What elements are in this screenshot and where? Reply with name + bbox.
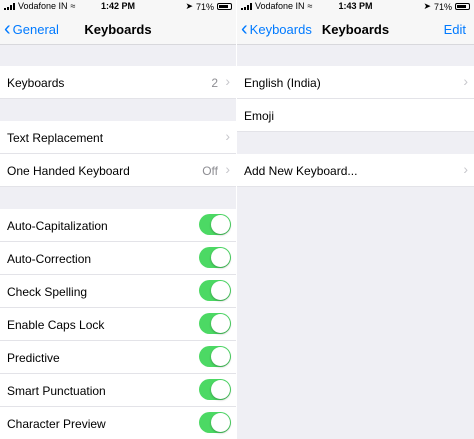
- battery-percent: 71%: [195, 1, 214, 12]
- section-gap: [0, 45, 236, 66]
- section-gap: [237, 132, 474, 154]
- one-handed-value: Off: [202, 164, 218, 178]
- check-spelling-row: Check Spelling: [0, 275, 236, 308]
- enable-caps-lock-toggle[interactable]: [199, 313, 231, 334]
- row-label: Predictive: [7, 351, 60, 365]
- smart-punctuation-toggle[interactable]: [199, 379, 231, 400]
- smart-punctuation-row: Smart Punctuation: [0, 374, 236, 407]
- predictive-row: Predictive: [0, 341, 236, 374]
- text-replacement-row[interactable]: Text Replacement ›: [0, 121, 236, 154]
- auto-correction-toggle[interactable]: [199, 247, 231, 268]
- status-right: ➤ 71%: [185, 1, 232, 12]
- one-handed-keyboard-row[interactable]: One Handed Keyboard Off ›: [0, 154, 236, 187]
- battery-icon: [217, 3, 232, 10]
- keyboard-item-english-india[interactable]: English (India) ›: [237, 66, 474, 99]
- row-label: Text Replacement: [7, 131, 104, 145]
- nav-bar: ‹ General Keyboards: [0, 13, 236, 45]
- location-icon: ➤: [185, 1, 193, 11]
- battery-percent: 71%: [433, 1, 452, 12]
- row-label: English (India): [244, 76, 321, 90]
- status-right: ➤ 71%: [423, 1, 470, 12]
- section-gap: [0, 99, 236, 121]
- chevron-right-icon: ›: [225, 73, 230, 89]
- location-icon: ➤: [423, 1, 431, 11]
- character-preview-toggle[interactable]: [199, 412, 231, 433]
- row-label: Emoji: [244, 109, 275, 123]
- battery-icon: [455, 3, 470, 10]
- enable-caps-lock-row: Enable Caps Lock: [0, 308, 236, 341]
- auto-capitalization-row: Auto-Capitalization: [0, 209, 236, 242]
- keyboard-item-emoji[interactable]: Emoji: [237, 99, 474, 132]
- chevron-right-icon: ›: [225, 161, 230, 177]
- section-gap: [237, 45, 474, 66]
- back-label: Keyboards: [249, 22, 312, 37]
- back-button[interactable]: ‹ Keyboards: [241, 18, 312, 40]
- chevron-right-icon: ›: [463, 73, 468, 89]
- status-bar: Vodafone IN ≈ 1:43 PM ➤ 71%: [237, 0, 474, 13]
- row-label: Add New Keyboard...: [244, 164, 358, 178]
- chevron-left-icon: ‹: [241, 18, 248, 40]
- chevron-right-icon: ›: [225, 128, 230, 144]
- row-label: Auto-Correction: [7, 252, 92, 266]
- row-label: Auto-Capitalization: [7, 219, 108, 233]
- row-label: Smart Punctuation: [7, 384, 106, 398]
- character-preview-row: Character Preview: [0, 407, 236, 439]
- back-button[interactable]: ‹ General: [4, 18, 59, 40]
- keyboards-row[interactable]: Keyboards 2 ›: [0, 66, 236, 99]
- left-screen: Vodafone IN ≈ 1:42 PM ➤ 71% ‹ General Ke…: [0, 0, 236, 439]
- check-spelling-toggle[interactable]: [199, 280, 231, 301]
- auto-correction-row: Auto-Correction: [0, 242, 236, 275]
- row-label: One Handed Keyboard: [7, 164, 130, 178]
- edit-button[interactable]: Edit: [444, 22, 466, 37]
- row-label: Enable Caps Lock: [7, 318, 105, 332]
- add-new-keyboard-row[interactable]: Add New Keyboard... ›: [237, 154, 474, 187]
- nav-bar: ‹ Keyboards Keyboards Edit: [237, 13, 474, 45]
- back-label: General: [12, 22, 59, 37]
- chevron-right-icon: ›: [463, 161, 468, 177]
- row-label: Keyboards: [7, 76, 65, 90]
- predictive-toggle[interactable]: [199, 346, 231, 367]
- status-bar: Vodafone IN ≈ 1:42 PM ➤ 71%: [0, 0, 236, 13]
- auto-capitalization-toggle[interactable]: [199, 214, 231, 235]
- right-screen: Vodafone IN ≈ 1:43 PM ➤ 71% ‹ Keyboards …: [237, 0, 474, 439]
- row-label: Character Preview: [7, 417, 106, 431]
- row-label: Check Spelling: [7, 285, 88, 299]
- keyboards-count: 2: [211, 76, 218, 90]
- chevron-left-icon: ‹: [4, 18, 11, 40]
- section-gap: [0, 187, 236, 209]
